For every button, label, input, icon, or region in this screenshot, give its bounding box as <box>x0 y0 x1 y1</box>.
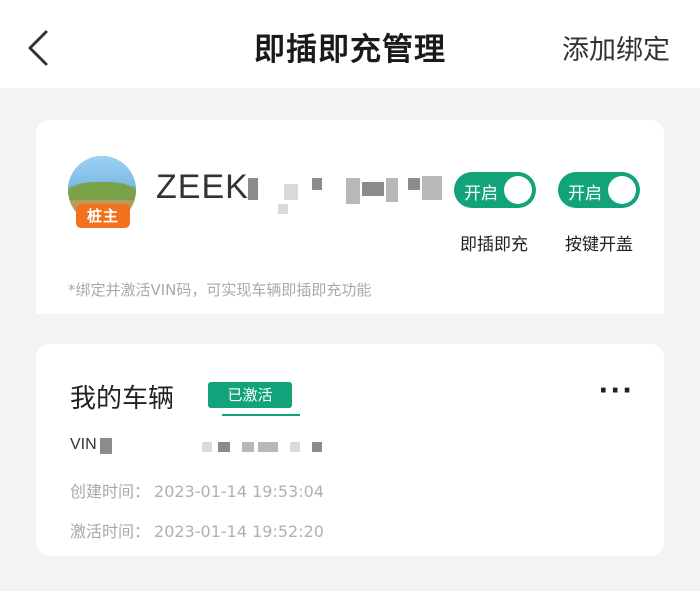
toggle-state-text: 开启 <box>568 184 602 204</box>
toggle-knob <box>504 176 532 204</box>
vehicle-plate-text: ZEEK <box>156 168 249 206</box>
toggle-state-text: 开启 <box>464 184 498 204</box>
top-nav-bar: 即插即充管理 添加绑定 <box>0 0 700 88</box>
add-binding-button[interactable]: 添加绑定 <box>562 28 670 67</box>
toggle-knob <box>608 176 636 204</box>
button-open-lid-toggle[interactable]: 开启 <box>558 172 640 208</box>
plug-and-charge-label: 即插即充 <box>460 235 528 255</box>
vehicle-card: 我的车辆 已激活 ··· VIN 创建时间： 2023-01-14 19:53:0… <box>36 344 664 556</box>
status-badge: 已激活 <box>208 382 292 408</box>
more-horizontal-icon: ··· <box>598 376 634 406</box>
vin-label: VIN <box>70 436 97 453</box>
more-options-button[interactable]: ··· <box>598 376 634 406</box>
button-open-lid-label: 按键开盖 <box>565 235 633 255</box>
status-underline <box>222 414 300 416</box>
vehicle-title: 我的车辆 <box>70 384 175 414</box>
owner-badge: 桩主 <box>76 204 130 228</box>
activated-time-value: 2023-01-14 19:52:20 <box>154 522 324 541</box>
vin-hint-text: *绑定并激活VIN码，可实现车辆即插即充功能 <box>68 281 372 299</box>
created-time-row: 创建时间： 2023-01-14 19:53:04 <box>70 478 324 502</box>
created-time-label: 创建时间： <box>70 482 151 501</box>
activated-time-label: 激活时间： <box>70 522 151 541</box>
owner-card: 桩主 ZEEK 开启 即插即充 开启 按键开盖 *绑定并激活VIN码，可实现车辆… <box>36 120 664 314</box>
plug-and-charge-toggle[interactable]: 开启 <box>454 172 536 208</box>
created-time-value: 2023-01-14 19:53:04 <box>154 482 324 501</box>
activated-time-row: 激活时间： 2023-01-14 19:52:20 <box>70 518 324 542</box>
